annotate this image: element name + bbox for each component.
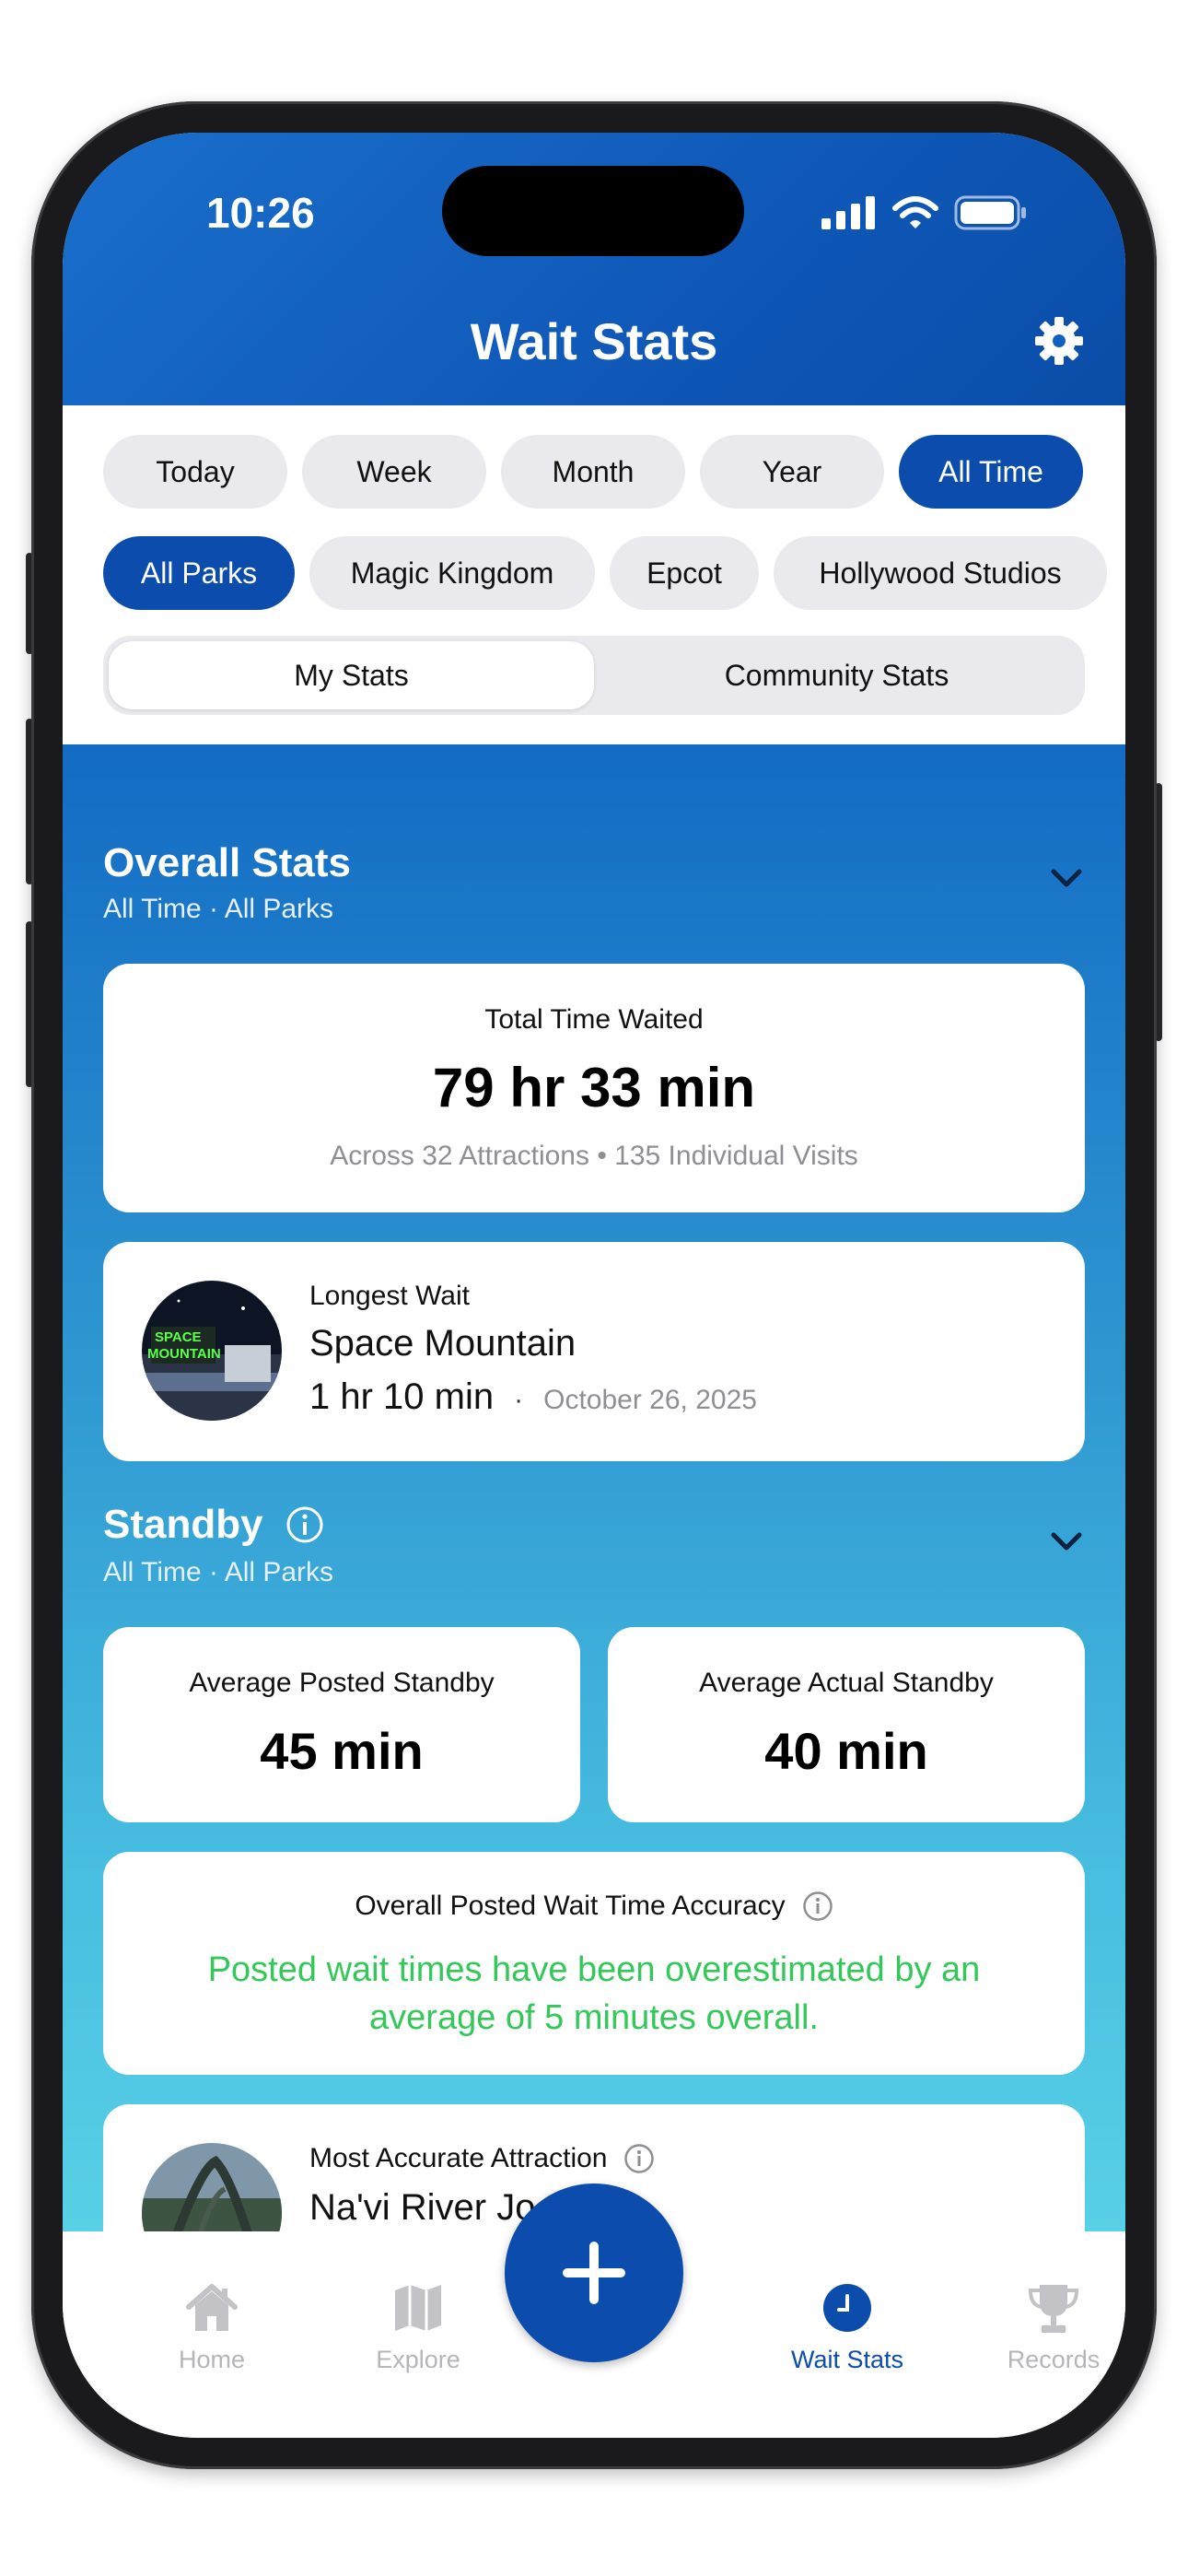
standby-title-text: Standby [103,1502,263,1547]
avg-posted-standby-card: Average Posted Standby 45 min [103,1627,580,1822]
avg-actual-value: 40 min [764,1722,928,1780]
total-time-card: Total Time Waited 79 hr 33 min Across 32… [103,964,1085,1212]
status-time: 10:26 [206,189,315,237]
add-button[interactable] [505,2184,683,2362]
overall-title-text: Overall Stats [103,840,352,885]
longest-wait-separator: · [514,1385,524,1415]
map-icon [395,2285,441,2331]
longest-wait-meta: 1 hr 10 min · October 26, 2025 [309,1376,757,1418]
space-mountain-thumbnail: SPACE MOUNTAIN [142,1281,282,1421]
most-accurate-header: Most Accurate Attraction [309,2143,655,2174]
stats-content[interactable]: Overall Stats All Time · All Parks Total… [63,744,1125,2231]
clock-icon [823,2284,871,2332]
home-icon [186,2284,238,2331]
navi-river-thumbnail [142,2143,282,2231]
park-filter-row: All Parks Magic Kingdom Epcot Hollywood … [103,536,1107,610]
time-filter-week[interactable]: Week [302,435,486,509]
time-filter-row: Today Week Month Year All Time [103,435,1083,509]
park-filter-epcot[interactable]: Epcot [610,536,759,610]
tab-home-label: Home [178,2346,246,2373]
accuracy-message: Posted wait times have been overestimate… [207,1950,981,2037]
dynamic-island [442,166,744,256]
plus-icon [563,2242,625,2304]
tab-home[interactable]: Home [129,2279,295,2374]
avg-posted-label: Average Posted Standby [189,1668,495,1698]
info-icon[interactable] [802,1891,833,1922]
overall-section-subtitle: All Time · All Parks [103,894,334,924]
tab-explore-label: Explore [376,2346,460,2373]
wifi-icon [892,196,938,228]
trophy-icon [1028,2285,1079,2333]
time-filter-month[interactable]: Month [501,435,685,509]
standby-section-title: Standby [103,1502,324,1548]
total-time-label: Total Time Waited [484,1004,704,1035]
stats-segmented-control: My Stats Community Stats [103,636,1085,715]
park-filter-hollywood-studios[interactable]: Hollywood Studios [774,536,1107,610]
tab-explore[interactable]: Explore [335,2279,501,2374]
total-time-value: 79 hr 33 min [432,1057,756,1118]
tab-wait-stats[interactable]: Wait Stats [764,2279,930,2374]
phone-screen: 10:26 Wait Stats Today Week Month Year A… [63,133,1125,2438]
park-filter-magic-kingdom[interactable]: Magic Kingdom [309,536,595,610]
svg-text:MOUNTAIN: MOUNTAIN [147,1346,221,1362]
avg-actual-label: Average Actual Standby [699,1668,994,1698]
page-title: Wait Stats [470,312,718,370]
standby-section-subtitle: All Time · All Parks [103,1557,334,1587]
longest-wait-attraction: Space Mountain [309,1323,577,1364]
battery-icon [954,195,1026,230]
tab-records-label: Records [1007,2346,1101,2373]
accuracy-card: Overall Posted Wait Time Accuracy Posted… [103,1852,1085,2075]
overall-section-title: Overall Stats [103,840,351,886]
signal-icon [821,196,875,229]
most-accurate-attraction: Na'vi River Jo [309,2187,536,2228]
avg-actual-standby-card: Average Actual Standby 40 min [608,1627,1085,1822]
total-time-detail: Across 32 Attractions • 135 Individual V… [330,1141,858,1171]
status-icons [821,195,1028,230]
accuracy-label: Overall Posted Wait Time Accuracy [355,1891,786,1921]
avg-posted-value: 45 min [260,1722,424,1780]
most-accurate-label: Most Accurate Attraction [309,2143,608,2173]
chevron-down-icon[interactable] [1048,1529,1085,1553]
svg-text:SPACE: SPACE [155,1329,202,1345]
filter-panel: Today Week Month Year All Time All Parks… [63,405,1125,744]
accuracy-header: Overall Posted Wait Time Accuracy [103,1891,1085,1922]
info-icon[interactable] [623,2143,655,2174]
longest-wait-label: Longest Wait [309,1281,470,1311]
header: 10:26 Wait Stats [63,133,1125,405]
time-filter-year[interactable]: Year [700,435,884,509]
gear-icon[interactable] [1033,315,1085,367]
longest-wait-date: October 26, 2025 [543,1385,757,1415]
time-filter-all-time[interactable]: All Time [899,435,1083,509]
chevron-down-icon[interactable] [1048,866,1085,890]
time-filter-today[interactable]: Today [103,435,287,509]
longest-wait-time: 1 hr 10 min [309,1376,495,1417]
info-icon[interactable] [285,1505,324,1544]
park-filter-all-parks[interactable]: All Parks [103,536,295,610]
tab-records[interactable]: Records [971,2279,1125,2374]
segment-community-stats[interactable]: Community Stats [594,641,1079,709]
longest-wait-card[interactable]: SPACE MOUNTAIN Longest Wait Space Mounta… [103,1242,1085,1461]
segment-my-stats[interactable]: My Stats [109,641,594,709]
tab-wait-stats-label: Wait Stats [790,2346,904,2373]
